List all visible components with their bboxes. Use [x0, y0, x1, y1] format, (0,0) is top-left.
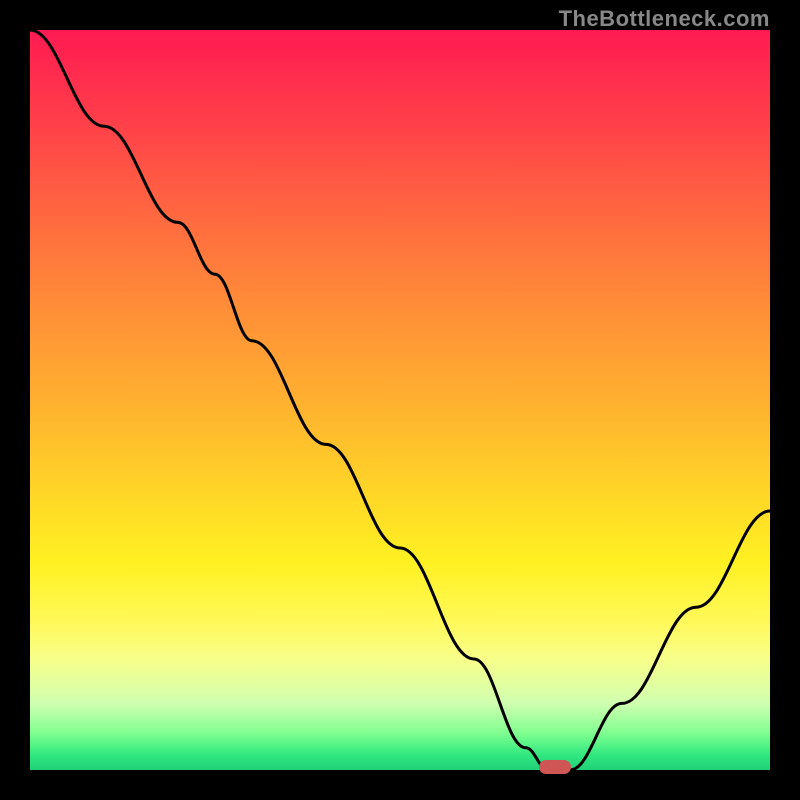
bottleneck-curve [30, 30, 770, 770]
watermark-text: TheBottleneck.com [559, 6, 770, 32]
plot-area [30, 30, 770, 770]
chart-container: TheBottleneck.com [0, 0, 800, 800]
optimal-marker [539, 760, 571, 774]
